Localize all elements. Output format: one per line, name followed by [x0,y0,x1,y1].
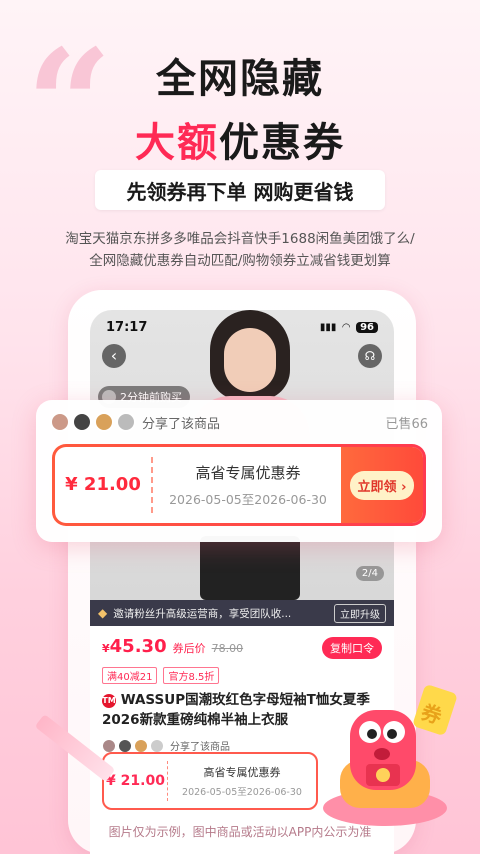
mini-coupon-price: ¥ 21.00 [104,761,168,801]
headline-line2: 大额优惠券 [0,110,480,168]
copy-code-button[interactable]: 复制口令 [322,637,382,659]
shared-text: 分享了该商品 [170,742,230,753]
avatar [150,738,164,753]
claim-area: 立即领 › [341,447,423,523]
invite-banner[interactable]: ◆ 邀请粉丝升高级运营商，享受团队收... 立即升级 [90,600,394,626]
image-pager: 2/4 [355,566,384,581]
after-coupon-label: 券后价 [172,642,206,655]
status-time: 17:17 [106,320,148,335]
footer-disclaimer: 图片仅为示例，图中商品或活动以APP内公示为准 [108,825,372,839]
wifi-icon: ◠ [342,322,351,333]
battery-icon: 96 [356,322,378,333]
price-value: 45.30 [109,636,167,657]
mini-coupon-date: 2026-05-05至2026-06-30 [182,787,302,798]
final-price: ¥45.30 [102,636,167,657]
headline: 全网隐藏 大额优惠券 [0,46,480,168]
upgrade-button[interactable]: 立即升级 [334,603,386,623]
model-face [224,328,276,392]
avatar [116,412,136,432]
subtitle: 淘宝天猫京东拼多多唯品会抖音快手1688闲鱼美团饿了么/ 全网隐藏优惠券自动匹配… [0,228,480,272]
mini-coupon-title: 高省专属优惠券 [203,766,281,779]
subtitle-line2: 全网隐藏优惠券自动匹配/购物领券立减省钱更划算 [89,253,391,269]
coupon-title: 高省专属优惠券 [195,464,301,482]
mini-coupon[interactable]: ¥ 21.00 高省专属优惠券 2026-05-05至2026-06-30 [102,752,318,810]
sold-count: 已售66 [385,416,428,432]
claim-now-button[interactable]: 立即领 › [349,470,415,500]
coupon-card[interactable]: ¥ 21.00 高省专属优惠券 2026-05-05至2026-06-30 立即… [52,444,426,526]
avatar [72,412,92,432]
slogan-ribbon: 先领券再下单 网购更省钱 [95,170,385,210]
customer-service-icon[interactable]: ☊ [358,344,382,368]
share-card: 分享了该商品 已售66 ¥ 21.00 高省专属优惠券 2026-05-05至2… [36,400,442,542]
headline-rest: 优惠券 [219,120,345,166]
currency-symbol: ¥ [102,642,110,655]
subtitle-line1: 淘宝天猫京东拼多多唯品会抖音快手1688闲鱼美团饿了么/ [65,231,415,247]
share-card-header: 分享了该商品 已售66 [50,412,428,432]
avatar [102,738,116,753]
headline-line1: 全网隐藏 [156,56,324,102]
model-pants [200,536,300,600]
avatar [118,738,132,753]
promo-tag: 满40减21 [102,667,158,684]
invite-text: 邀请粉丝升高级运营商，享受团队收... [113,607,292,620]
avatar [50,412,70,432]
coupon-date: 2026-05-05至2026-06-30 [169,492,327,507]
promo-tag: 官方8.5折 [163,667,220,684]
coupon-inner: ¥ 21.00 高省专属优惠券 2026-05-05至2026-06-30 立即… [55,447,423,523]
coupon-price: ¥ 21.00 [55,457,153,513]
avatar [134,738,148,753]
tmall-icon: TM [102,694,116,708]
back-button[interactable]: ‹ [102,344,126,368]
mascot-illustration: 券 [323,685,457,826]
mini-coupon-info: 高省专属优惠券 2026-05-05至2026-06-30 [168,764,316,798]
shared-text: 分享了该商品 [142,416,221,432]
avatar [94,412,114,432]
price-row: ¥45.30 券后价 78.00 复制口令 [102,636,382,659]
headline-highlight: 大额 [135,120,219,166]
diamond-icon: ◆ [98,606,108,620]
status-bar: 17:17 ▮▮▮ ◠ 96 [106,320,378,335]
original-price: 78.00 [211,642,244,655]
status-icons: ▮▮▮ ◠ 96 [320,320,378,335]
signal-icon: ▮▮▮ [319,322,337,333]
